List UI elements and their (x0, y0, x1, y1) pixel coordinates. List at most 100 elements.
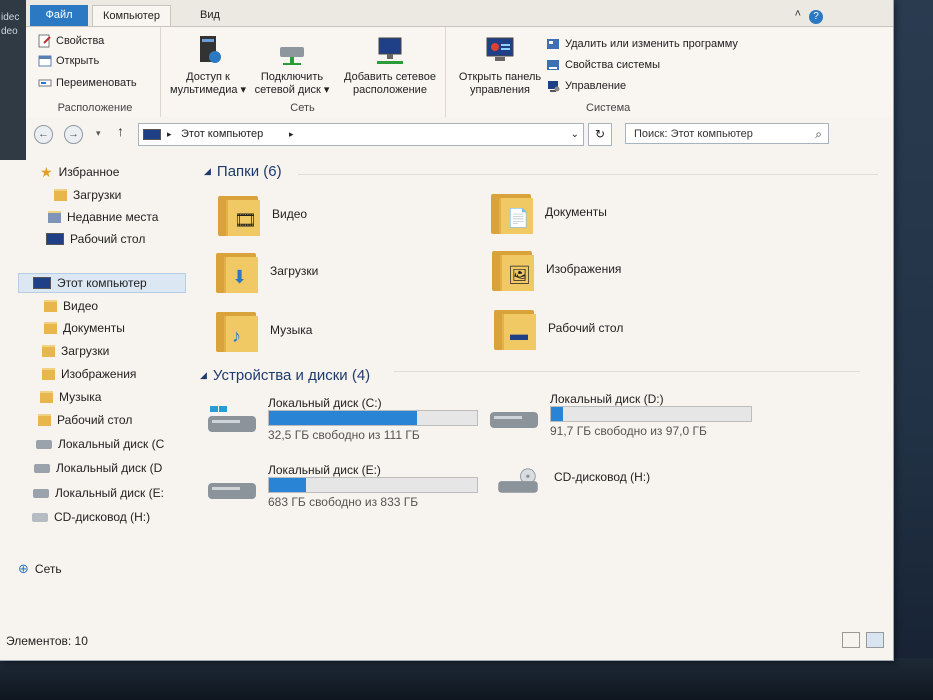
nav-music-label: Музыка (59, 390, 102, 404)
programs-icon (547, 39, 559, 49)
nav-desktop[interactable]: Рабочий стол (38, 410, 132, 430)
drive-d-icon (34, 463, 50, 473)
cd-drive-tile[interactable]: CD-дисковод (H:) (492, 458, 752, 504)
nav-disk-e-label: Локальный диск (E: (55, 486, 164, 500)
nav-this-pc[interactable]: Этот компьютер (18, 273, 186, 293)
manage-button[interactable]: Управление (546, 77, 626, 95)
system-properties-icon (547, 60, 559, 70)
drive-e-tile[interactable]: Локальный диск (E:) 683 ГБ свободно из 8… (206, 463, 496, 513)
folder-video[interactable]: 🎞 Видео (218, 192, 307, 236)
map-drive-label-1: Подключить (260, 71, 324, 83)
images-folder-icon: 🖼 (492, 247, 534, 291)
drive-e-usage-bar (268, 477, 478, 493)
folder-documents[interactable]: 📄 Документы (491, 190, 607, 234)
nav-recent-places[interactable]: Недавние места (48, 207, 158, 227)
search-input[interactable]: Поиск: Этот компьютер ⌕ (625, 123, 829, 144)
nav-network[interactable]: ⊕ Сеть (18, 559, 62, 579)
folder-documents-label: Документы (545, 205, 607, 219)
folders-group-header[interactable]: ◢ Папки (6) (204, 163, 282, 180)
nav-desktop-fav[interactable]: Рабочий стол (46, 229, 145, 249)
minimize-ribbon-icon[interactable]: ˄ (795, 8, 801, 20)
tab-computer[interactable]: Компьютер (92, 5, 171, 27)
drive-icon (490, 412, 538, 428)
nav-downloads-label: Загрузки (61, 344, 110, 358)
search-icon[interactable]: ⌕ (815, 124, 822, 145)
tab-view[interactable]: Вид (190, 5, 230, 26)
video-folder-icon: 🎞 (218, 192, 260, 236)
breadcrumb-separator-icon: ▸ (167, 129, 172, 139)
nav-disk-c[interactable]: Локальный диск (C (36, 434, 164, 454)
properties-button[interactable]: Свойства (38, 31, 104, 51)
tab-file[interactable]: Файл (30, 5, 88, 26)
forward-button[interactable]: → (64, 125, 83, 144)
nav-downloads[interactable]: Загрузки (42, 341, 109, 361)
nav-music[interactable]: Музыка (40, 387, 101, 407)
recent-locations-icon[interactable]: ▾ (96, 128, 101, 139)
desktop-icons-edge: idec deo (0, 0, 26, 160)
media-access-label-2: мультимедиа ▾ (169, 84, 247, 96)
navigation-pane: ★ Избранное Загрузки Недавние места Рабо… (0, 150, 190, 620)
control-panel-button[interactable]: Открыть панель управления (454, 33, 546, 97)
nav-cd-drive[interactable]: CD-дисковод (H:) (32, 507, 150, 527)
folder-desktop-label: Рабочий стол (548, 321, 624, 335)
media-access-label-1: Доступ к (186, 71, 230, 83)
nav-desktop-label: Рабочий стол (57, 413, 133, 427)
control-panel-label-2: управления (470, 84, 530, 96)
refresh-button[interactable]: ↻ (588, 123, 612, 146)
ribbon-group-location: Свойства Открыть Переименовать Расположе… (30, 27, 161, 117)
breadcrumb-this-pc[interactable]: Этот компьютер (181, 124, 263, 145)
map-drive-button[interactable]: Подключить сетевой диск ▾ (252, 33, 332, 97)
nav-favorites-label: Избранное (58, 165, 120, 179)
collapse-devices-icon[interactable]: ◢ (200, 370, 207, 381)
drive-c-name: Локальный диск (C:) (268, 396, 382, 410)
address-bar[interactable]: ▸ Этот компьютер ▸ ⌄ (138, 123, 584, 146)
manage-label: Управление (565, 80, 627, 92)
drive-c-tile[interactable]: Локальный диск (C:) 32,5 ГБ свободно из … (206, 396, 496, 446)
breadcrumb-chevron-icon[interactable]: ▸ (289, 124, 294, 145)
cd-drive-name: CD-дисковод (H:) (554, 470, 651, 484)
folder-downloads[interactable]: ⬇ Загрузки (216, 249, 318, 293)
cd-drive-icon (498, 468, 538, 493)
desktop-label-1: idec (1, 12, 20, 23)
control-panel-label-1: Открыть панель (458, 71, 542, 83)
nav-video[interactable]: Видео (44, 296, 98, 316)
add-network-location-button[interactable]: Добавить сетевое расположение (338, 33, 442, 97)
rename-button[interactable]: Переименовать (38, 73, 137, 93)
nav-disk-e[interactable]: Локальный диск (E: (33, 483, 164, 503)
nav-downloads-fav[interactable]: Загрузки (54, 185, 121, 205)
help-icon[interactable]: ? (809, 10, 823, 24)
folders-divider (298, 174, 878, 175)
add-location-label-2: расположение (353, 84, 427, 96)
folder-video-label: Видео (272, 207, 308, 221)
rename-icon (38, 79, 52, 87)
nav-video-label: Видео (63, 299, 99, 313)
drive-d-tile[interactable]: Локальный диск (D:) 91,7 ГБ свободно из … (488, 392, 788, 442)
media-access-button[interactable]: Доступ к мультимедиа ▾ (168, 33, 248, 97)
folder-music[interactable]: ♪ Музыка (216, 308, 312, 352)
up-arrow-icon[interactable]: ↑ (117, 123, 124, 139)
drive-d-name: Локальный диск (D:) (550, 392, 664, 406)
drive-e-name: Локальный диск (E:) (268, 463, 381, 477)
network-drive-icon (280, 47, 304, 65)
nav-disk-d-label: Локальный диск (D (56, 461, 163, 475)
folder-desktop[interactable]: ▬ Рабочий стол (494, 306, 623, 350)
collapse-folders-icon[interactable]: ◢ (204, 166, 211, 177)
system-properties-button[interactable]: Свойства системы (546, 56, 660, 74)
devices-group-header[interactable]: ◢ Устройства и диски (4) (200, 367, 370, 384)
folder-images-label: Изображения (546, 262, 622, 276)
open-button[interactable]: Открыть (38, 51, 99, 71)
large-icons-view-icon[interactable] (866, 632, 884, 648)
drive-e-free: 683 ГБ свободно из 833 ГБ (268, 495, 419, 509)
nav-images[interactable]: Изображения (42, 364, 136, 384)
uninstall-program-button[interactable]: Удалить или изменить программу (546, 35, 738, 53)
folders-header-label: Папки (6) (216, 163, 282, 180)
details-view-icon[interactable] (842, 632, 860, 648)
nav-favorites[interactable]: ★ Избранное (40, 162, 119, 182)
nav-network-label: Сеть (34, 562, 62, 576)
address-dropdown-icon[interactable]: ⌄ (571, 124, 579, 145)
folder-images[interactable]: 🖼 Изображения (492, 247, 621, 291)
nav-disk-d[interactable]: Локальный диск (D (34, 458, 162, 478)
back-button[interactable]: ← (34, 125, 53, 144)
add-location-label-1: Добавить сетевое (344, 71, 436, 83)
nav-documents[interactable]: Документы (44, 318, 125, 338)
